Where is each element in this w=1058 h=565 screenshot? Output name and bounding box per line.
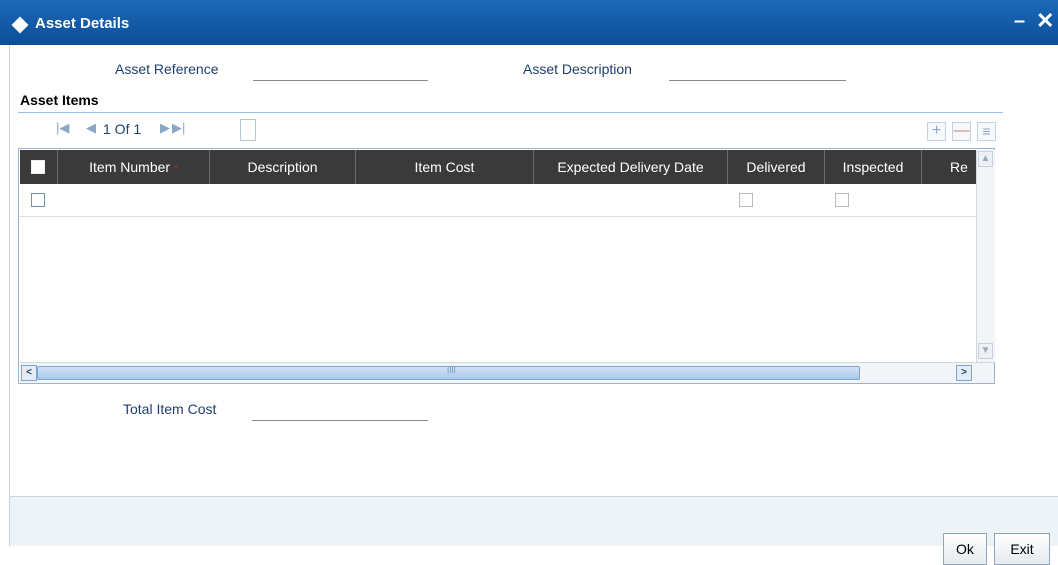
total-item-cost-field[interactable] <box>252 400 428 421</box>
grid-header: Item Number * Description Item Cost Expe… <box>20 150 976 184</box>
scroll-grip-icon: IIII <box>447 366 456 375</box>
window-left-border <box>9 45 10 546</box>
page-number-input[interactable] <box>240 119 256 141</box>
asset-reference-label: Asset Reference <box>115 61 219 77</box>
scroll-right-icon[interactable]: > <box>956 365 972 381</box>
ok-button[interactable]: Ok <box>943 533 987 565</box>
required-marker: * <box>173 164 178 175</box>
window-diamond-icon <box>11 16 29 34</box>
scroll-left-icon[interactable]: < <box>21 365 37 381</box>
asset-reference-field[interactable] <box>253 60 428 81</box>
next-page-icon[interactable]: ▶ <box>160 120 170 136</box>
page-indicator: 1 Of 1 <box>103 121 142 137</box>
single-view-icon[interactable]: ≡ <box>977 122 996 141</box>
horizontal-scrollbar[interactable]: < IIII > <box>20 362 994 383</box>
inspected-checkbox[interactable] <box>835 193 849 207</box>
add-row-icon[interactable]: + <box>927 122 946 141</box>
exit-button[interactable]: Exit <box>994 533 1050 565</box>
title-bar: Asset Details – ✕ <box>0 0 1058 45</box>
vertical-scrollbar[interactable]: ▲ ▼ <box>976 150 995 362</box>
column-label: Item Number <box>89 159 171 175</box>
column-header-item-number[interactable]: Item Number * <box>58 150 210 184</box>
column-header-expected-delivery-date[interactable]: Expected Delivery Date <box>534 150 728 184</box>
asset-items-grid: Item Number * Description Item Cost Expe… <box>18 148 995 384</box>
column-header-delivered[interactable]: Delivered <box>728 150 825 184</box>
column-header-received[interactable]: Re <box>922 150 976 184</box>
close-icon[interactable]: ✕ <box>1036 8 1054 34</box>
window-title: Asset Details <box>35 15 130 32</box>
asset-description-label: Asset Description <box>523 61 632 77</box>
column-header-inspected[interactable]: Inspected <box>825 150 922 184</box>
asset-items-title: Asset Items <box>20 92 99 108</box>
last-page-icon[interactable]: ▶| <box>172 120 185 136</box>
asset-description-field[interactable] <box>669 60 846 81</box>
column-header-description[interactable]: Description <box>210 150 356 184</box>
delete-row-icon[interactable]: — <box>952 122 971 141</box>
column-header-item-cost[interactable]: Item Cost <box>356 150 534 184</box>
prev-page-icon[interactable]: ◀ <box>86 120 96 136</box>
table-row[interactable] <box>20 184 976 217</box>
select-all-cell <box>20 150 58 184</box>
footer-bar <box>10 497 1058 546</box>
delivered-checkbox[interactable] <box>739 193 753 207</box>
first-page-icon[interactable]: |◀ <box>56 120 69 136</box>
scroll-up-icon[interactable]: ▲ <box>978 151 993 167</box>
row-select-checkbox[interactable] <box>31 193 45 207</box>
total-item-cost-label: Total Item Cost <box>123 401 217 417</box>
section-divider <box>18 112 1003 113</box>
minimize-icon[interactable]: – <box>1014 10 1025 33</box>
scroll-down-icon[interactable]: ▼ <box>978 343 993 359</box>
select-all-checkbox[interactable] <box>31 160 45 174</box>
